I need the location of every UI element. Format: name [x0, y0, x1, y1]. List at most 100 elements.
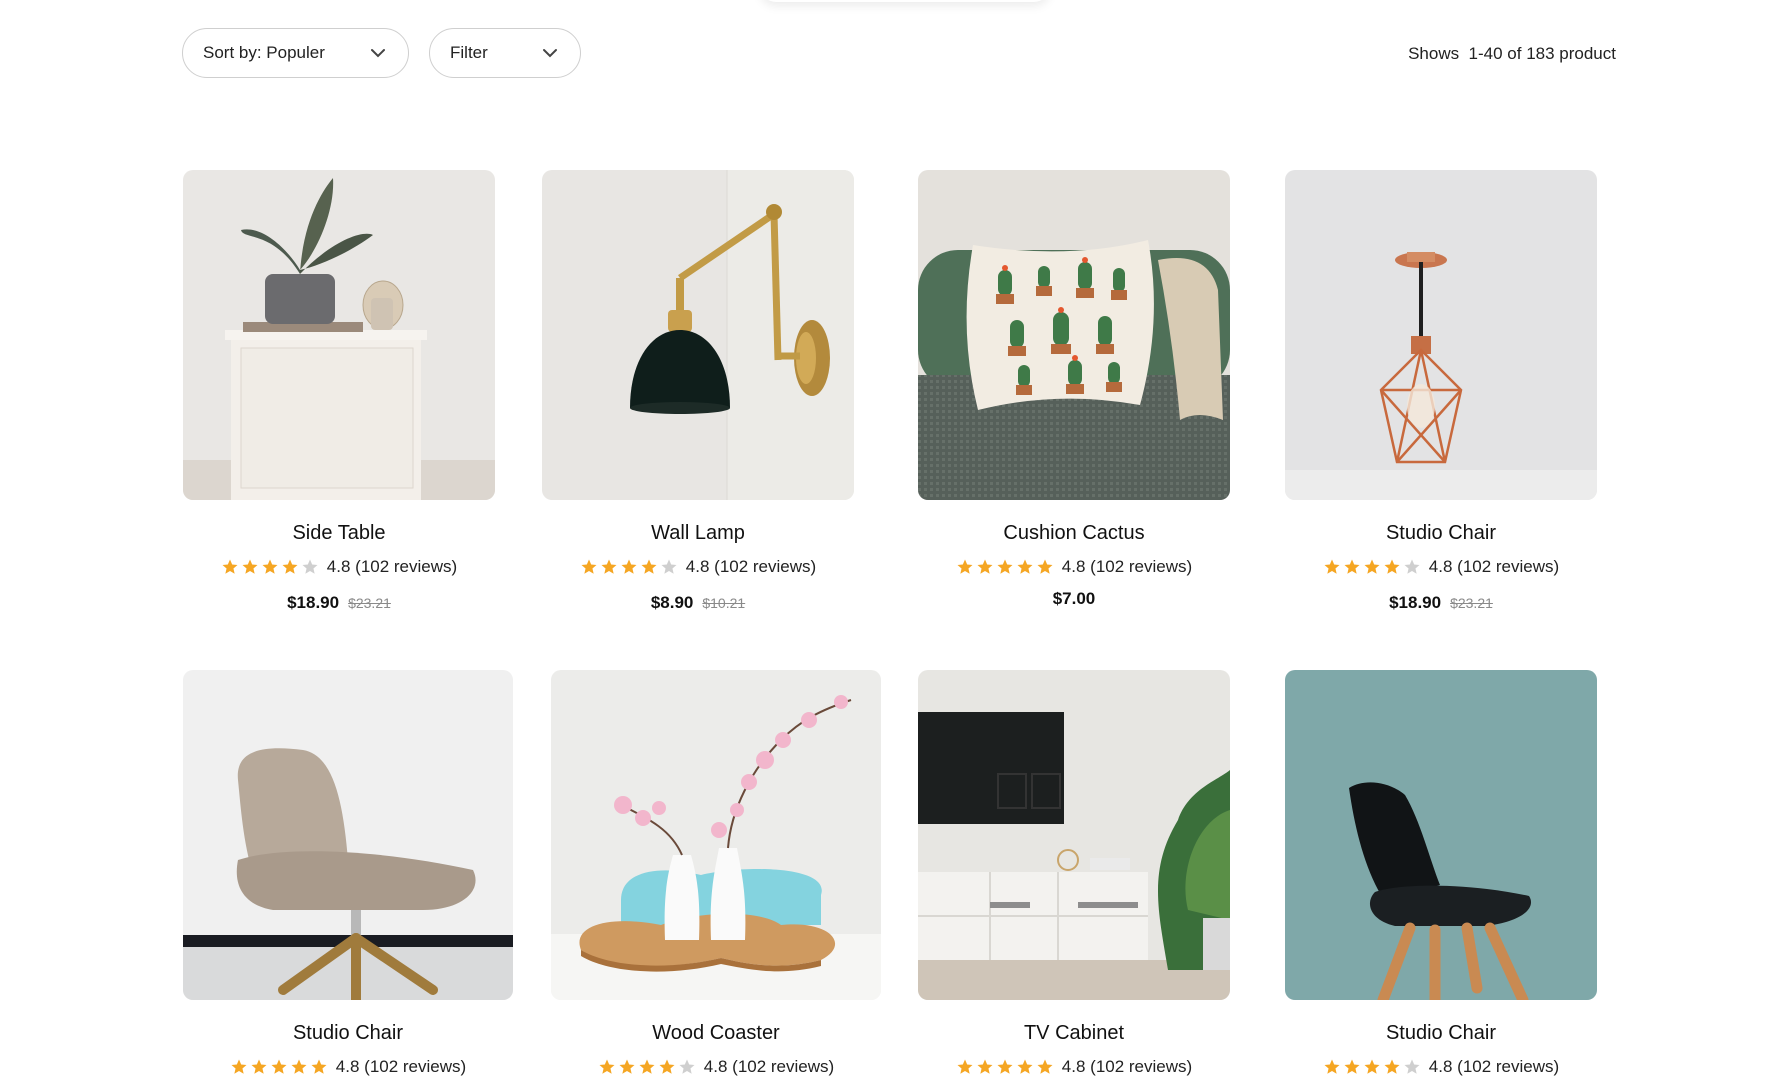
- star-filled-icon: [222, 559, 238, 574]
- top-bar-edge: [760, 0, 1050, 2]
- rating-text: 4.8 (102 reviews): [1061, 557, 1193, 576]
- product-card[interactable]: Cushion Cactus 4.8 (102 reviews) $7.00: [918, 170, 1230, 609]
- star-filled-icon: [997, 1059, 1013, 1074]
- filter-dropdown[interactable]: Filter: [429, 28, 581, 78]
- star-filled-icon: [231, 1059, 247, 1074]
- product-price: $18.90 $23.21: [1285, 593, 1597, 613]
- star-rating: [1323, 558, 1421, 576]
- product-title[interactable]: TV Cabinet: [918, 1022, 1230, 1045]
- product-image-wall-lamp[interactable]: [542, 170, 854, 500]
- product-title[interactable]: Wall Lamp: [542, 522, 854, 545]
- star-filled-icon: [242, 559, 258, 574]
- product-image-tv-cabinet[interactable]: [918, 670, 1230, 1000]
- star-filled-icon: [581, 559, 597, 574]
- product-rating: 4.8 (102 reviews): [918, 557, 1230, 577]
- star-rating: [230, 1058, 328, 1076]
- star-filled-icon: [1037, 559, 1053, 574]
- star-empty-icon: [661, 559, 677, 574]
- rating-text: 4.8 (102 reviews): [1428, 1057, 1560, 1076]
- star-filled-icon: [599, 1059, 615, 1074]
- star-empty-icon: [679, 1059, 695, 1074]
- product-rating: 4.8 (102 reviews): [1285, 557, 1597, 577]
- star-filled-icon: [639, 1059, 655, 1074]
- sort-label: Sort by: Populer: [203, 43, 325, 62]
- star-rating: [1323, 1058, 1421, 1076]
- chevron-down-icon: [371, 49, 385, 58]
- star-empty-icon: [302, 559, 318, 574]
- star-filled-icon: [1344, 559, 1360, 574]
- product-card[interactable]: Wall Lamp 4.8 (102 reviews) $8.90 $10.21: [542, 170, 854, 613]
- product-card[interactable]: Side Table 4.8 (102 reviews) $18.90 $23.…: [183, 170, 495, 613]
- current-price: $18.90: [1389, 593, 1442, 612]
- star-filled-icon: [621, 559, 637, 574]
- star-empty-icon: [1404, 559, 1420, 574]
- star-rating: [956, 558, 1054, 576]
- star-filled-icon: [619, 1059, 635, 1074]
- product-title[interactable]: Studio Chair: [183, 1022, 513, 1045]
- star-filled-icon: [977, 1059, 993, 1074]
- star-filled-icon: [1344, 1059, 1360, 1074]
- original-price: $10.21: [702, 595, 746, 611]
- star-rating: [580, 558, 678, 576]
- rating-text: 4.8 (102 reviews): [335, 1057, 467, 1076]
- current-price: $7.00: [1052, 589, 1096, 608]
- rating-text: 4.8 (102 reviews): [1061, 1057, 1193, 1076]
- star-filled-icon: [1037, 1059, 1053, 1074]
- product-title[interactable]: Wood Coaster: [551, 1022, 881, 1045]
- star-filled-icon: [262, 559, 278, 574]
- product-price: $7.00: [918, 589, 1230, 609]
- star-rating: [956, 1058, 1054, 1076]
- product-title[interactable]: Studio Chair: [1285, 522, 1597, 545]
- product-card[interactable]: Studio Chair 4.8 (102 reviews): [1285, 670, 1597, 1077]
- product-card[interactable]: TV Cabinet 4.8 (102 reviews): [918, 670, 1230, 1077]
- product-image-lounge-chair[interactable]: [183, 670, 513, 1000]
- star-filled-icon: [1384, 1059, 1400, 1074]
- product-image-cushion-cactus[interactable]: [918, 170, 1230, 500]
- star-filled-icon: [641, 559, 657, 574]
- star-filled-icon: [282, 559, 298, 574]
- sort-dropdown[interactable]: Sort by: Populer: [182, 28, 409, 78]
- product-card[interactable]: Studio Chair 4.8 (102 reviews) $18.90 $2…: [1285, 170, 1597, 613]
- star-rating: [221, 558, 319, 576]
- product-price: $8.90 $10.21: [542, 593, 854, 613]
- product-title[interactable]: Studio Chair: [1285, 1022, 1597, 1045]
- star-filled-icon: [1017, 1059, 1033, 1074]
- star-filled-icon: [957, 1059, 973, 1074]
- product-rating: 4.8 (102 reviews): [1285, 1057, 1597, 1077]
- product-rating: 4.8 (102 reviews): [542, 557, 854, 577]
- product-image-pendant-lamp[interactable]: [1285, 170, 1597, 500]
- rating-text: 4.8 (102 reviews): [703, 1057, 835, 1076]
- star-filled-icon: [1364, 1059, 1380, 1074]
- original-price: $23.21: [1450, 595, 1493, 611]
- star-filled-icon: [311, 1059, 327, 1074]
- product-image-black-chair[interactable]: [1285, 670, 1597, 1000]
- product-image-wood-coaster[interactable]: [551, 670, 881, 1000]
- star-filled-icon: [291, 1059, 307, 1074]
- product-title[interactable]: Side Table: [183, 522, 495, 545]
- star-filled-icon: [1324, 1059, 1340, 1074]
- rating-text: 4.8 (102 reviews): [326, 557, 458, 576]
- results-count: Shows 1-40 of 183 product: [1408, 44, 1616, 63]
- product-rating: 4.8 (102 reviews): [551, 1057, 881, 1077]
- current-price: $18.90: [287, 593, 340, 612]
- star-filled-icon: [957, 559, 973, 574]
- product-card[interactable]: Wood Coaster 4.8 (102 reviews): [551, 670, 881, 1077]
- star-filled-icon: [1364, 559, 1380, 574]
- product-card[interactable]: Studio Chair 4.8 (102 reviews): [183, 670, 513, 1077]
- star-filled-icon: [251, 1059, 267, 1074]
- product-title[interactable]: Cushion Cactus: [918, 522, 1230, 545]
- star-filled-icon: [997, 559, 1013, 574]
- star-filled-icon: [977, 559, 993, 574]
- product-image-side-table[interactable]: [183, 170, 495, 500]
- chevron-down-icon: [543, 49, 557, 58]
- star-filled-icon: [1017, 559, 1033, 574]
- original-price: $23.21: [348, 595, 391, 611]
- star-filled-icon: [659, 1059, 675, 1074]
- product-price: $18.90 $23.21: [183, 593, 495, 613]
- product-rating: 4.8 (102 reviews): [183, 557, 495, 577]
- product-rating: 4.8 (102 reviews): [183, 1057, 513, 1077]
- filter-label: Filter: [450, 43, 488, 62]
- rating-text: 4.8 (102 reviews): [685, 557, 817, 576]
- star-filled-icon: [601, 559, 617, 574]
- star-filled-icon: [1324, 559, 1340, 574]
